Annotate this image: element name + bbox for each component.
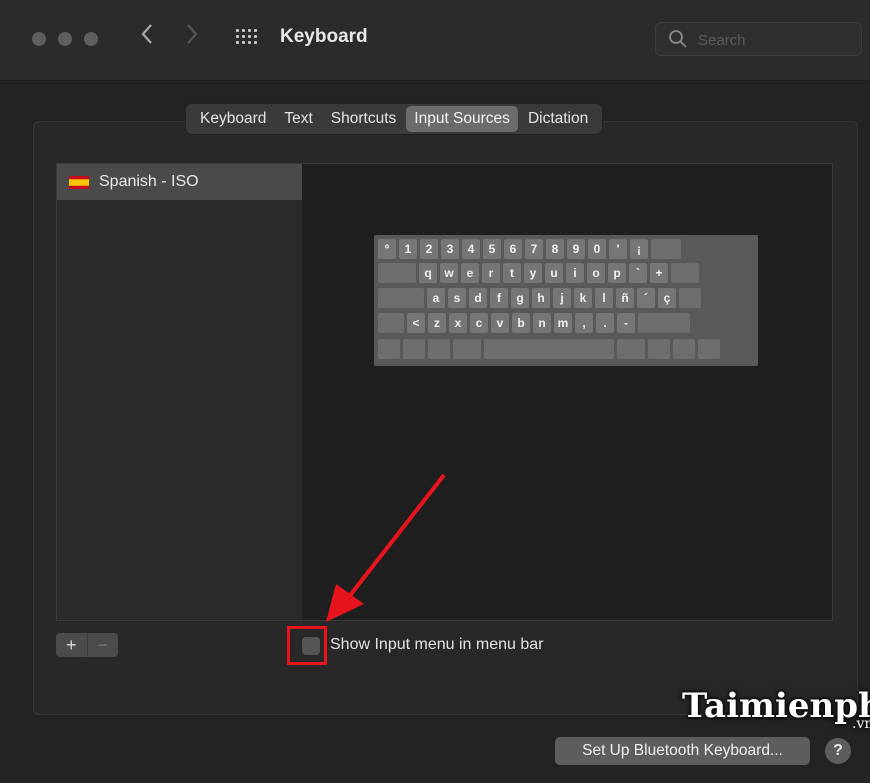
watermark-logo: Taimienphi.vn [682,686,870,732]
watermark-suffix: .vn [852,716,870,732]
help-button[interactable]: ? [825,738,851,764]
setup-bluetooth-keyboard-button[interactable]: Set Up Bluetooth Keyboard... [555,737,810,765]
watermark-text: Taimienphi [682,686,870,726]
annotation-arrow-icon [326,473,446,622]
